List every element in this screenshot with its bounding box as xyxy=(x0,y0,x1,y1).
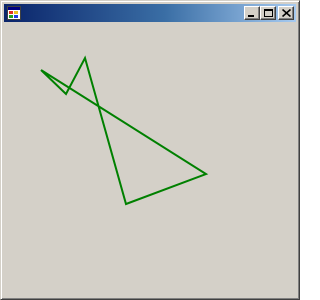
green-polyline xyxy=(40,55,209,206)
application-window xyxy=(0,0,300,300)
drawing-canvas xyxy=(5,23,296,296)
maximize-icon xyxy=(264,9,273,17)
close-button[interactable] xyxy=(278,6,294,20)
minimize-icon xyxy=(248,15,254,17)
close-icon xyxy=(282,9,291,17)
app-icon[interactable] xyxy=(7,6,21,20)
maximize-button[interactable] xyxy=(260,6,276,20)
drawing-surface xyxy=(40,55,209,206)
title-bar[interactable] xyxy=(4,4,296,22)
minimize-button[interactable] xyxy=(244,6,260,20)
